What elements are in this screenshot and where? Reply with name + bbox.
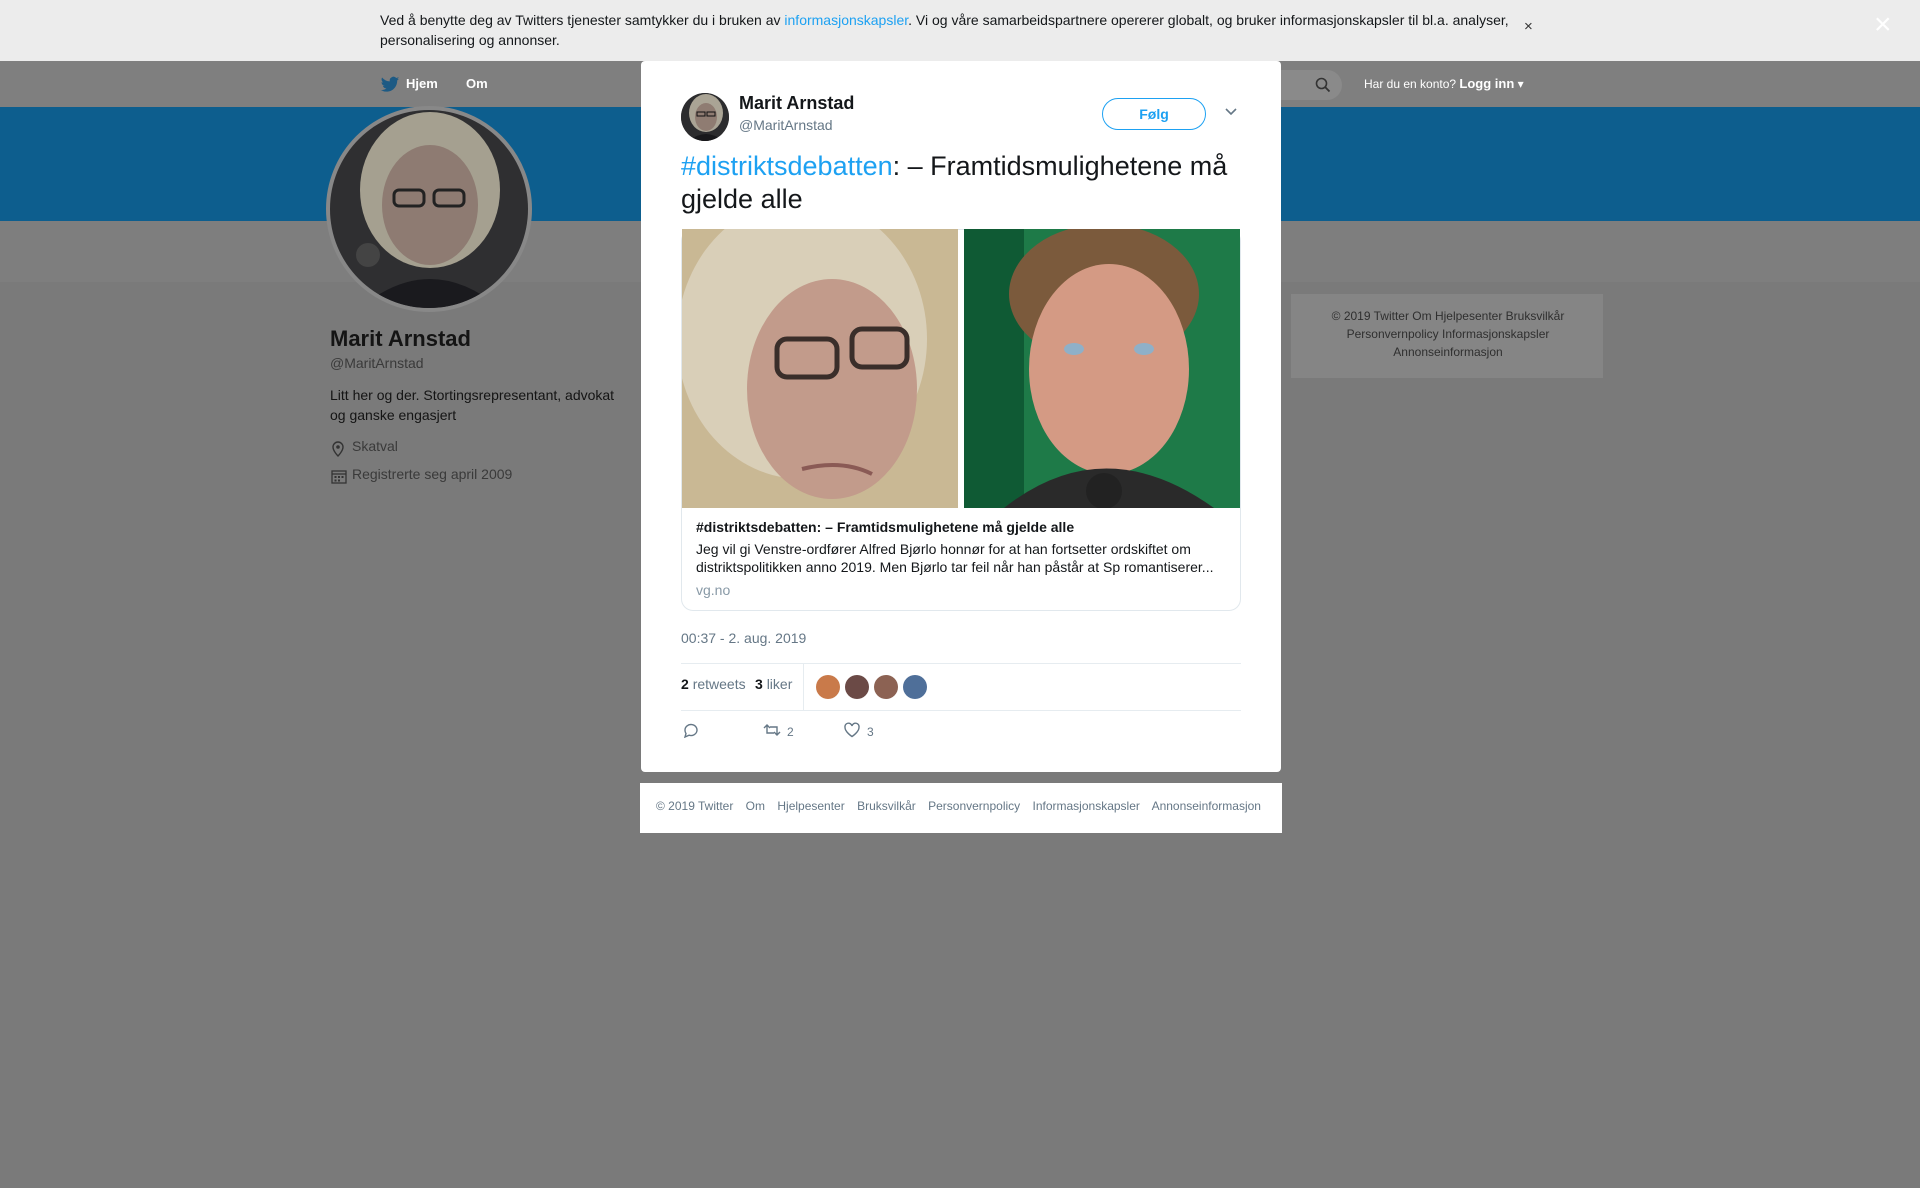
likes-count: 3 xyxy=(755,676,763,692)
more-options-icon[interactable] xyxy=(1224,107,1238,117)
footer-link-privacy[interactable]: Personvernpolicy xyxy=(928,799,1020,813)
cookie-text-before: Ved å benytte deg av Twitters tjenester … xyxy=(380,12,785,28)
profile-bio: Litt her og der. Stortingsrepresentant, … xyxy=(330,387,615,423)
footer-link-ads[interactable]: Annonseinformasjon xyxy=(1152,799,1261,813)
follow-button[interactable]: Følg xyxy=(1102,98,1206,130)
footer-copyright: © 2019 Twitter xyxy=(656,799,734,813)
card-domain[interactable]: vg.no xyxy=(696,582,730,598)
liker-avatar[interactable] xyxy=(874,675,898,699)
card-image-right[interactable] xyxy=(964,229,1240,508)
footer-link-terms[interactable]: Bruksvilkår xyxy=(857,799,916,813)
footer-link-cookies[interactable]: Informasjonskapsler xyxy=(1033,799,1140,813)
location-icon xyxy=(332,441,344,457)
nav-home-link[interactable]: Hjem xyxy=(406,76,438,91)
card-title[interactable]: #distriktsdebatten: – Framtidsmuligheten… xyxy=(696,519,1226,535)
card-photo-man xyxy=(964,229,1240,508)
side-footer-links[interactable]: © 2019 Twitter Om Hjelpesenter Bruksvilk… xyxy=(1303,307,1593,361)
liker-avatar[interactable] xyxy=(845,675,869,699)
profile-location: Skatval xyxy=(352,438,398,454)
stats-divider-bottom xyxy=(681,710,1241,711)
tweet-text: #distriktsdebatten: – Framtidsmuligheten… xyxy=(681,150,1241,216)
chevron-down-icon[interactable] xyxy=(1224,104,1238,122)
stats-divider-vertical xyxy=(803,663,804,710)
profile-handle[interactable]: @MaritArnstad xyxy=(330,355,424,371)
hashtag-link[interactable]: #distriktsdebatten xyxy=(681,151,893,181)
chevron-down-icon[interactable]: ▾ xyxy=(1514,77,1524,91)
likes-label: liker xyxy=(766,676,793,692)
footer-link-about[interactable]: Om xyxy=(746,799,765,813)
like-button[interactable]: 3 xyxy=(843,722,874,741)
footer-link-help[interactable]: Hjelpesenter xyxy=(777,799,844,813)
stats-divider-top xyxy=(681,663,1241,664)
tweet-author-name[interactable]: Marit Arnstad xyxy=(739,93,854,114)
tweet-author-handle[interactable]: @MaritArnstad xyxy=(739,117,833,133)
calendar-icon xyxy=(331,470,347,484)
reply-button[interactable] xyxy=(682,722,700,741)
heart-icon xyxy=(844,722,860,738)
retweet-icon xyxy=(763,724,781,736)
search-icon[interactable] xyxy=(1315,77,1331,93)
profile-avatar[interactable] xyxy=(326,106,532,312)
retweets-count: 2 xyxy=(681,676,689,692)
tweet-author-avatar[interactable] xyxy=(681,93,729,141)
cookie-close-icon[interactable]: × xyxy=(1524,18,1533,35)
card-image-left[interactable] xyxy=(682,229,958,508)
cookie-banner-text: Ved å benytte deg av Twitters tjenester … xyxy=(380,10,1530,50)
profile-name: Marit Arnstad xyxy=(330,326,471,351)
retweet-action-count: 2 xyxy=(787,725,794,739)
login-link[interactable]: Logg inn xyxy=(1459,76,1514,91)
reply-icon xyxy=(683,723,698,739)
card-photo-woman xyxy=(682,229,958,508)
has-account-text: Har du en konto? xyxy=(1364,77,1457,91)
like-action-count: 3 xyxy=(867,725,874,739)
liker-avatar[interactable] xyxy=(816,675,840,699)
profile-joined: Registrerte seg april 2009 xyxy=(352,466,513,482)
tweet-timestamp[interactable]: 00:37 - 2. aug. 2019 xyxy=(681,630,806,646)
retweet-button[interactable]: 2 xyxy=(763,722,794,741)
retweets-stat[interactable]: 2 retweets xyxy=(681,676,746,692)
close-icon[interactable]: × xyxy=(1874,10,1892,40)
cookie-policy-link[interactable]: informasjonskapsler xyxy=(784,12,908,28)
retweets-label: retweets xyxy=(692,676,746,692)
nav-about-link[interactable]: Om xyxy=(466,76,488,91)
author-photo xyxy=(681,93,729,141)
likes-stat[interactable]: 3 liker xyxy=(755,676,792,692)
liker-avatar[interactable] xyxy=(903,675,927,699)
login-prompt: Har du en konto? Logg inn ▾ xyxy=(1364,76,1524,91)
twitter-bird-icon xyxy=(380,76,400,92)
modal-footer-links: © 2019 Twitter Om Hjelpesenter Bruksvilk… xyxy=(656,799,1270,813)
profile-photo xyxy=(330,110,528,308)
card-description: Jeg vil gi Venstre-ordfører Alfred Bjørl… xyxy=(696,541,1214,575)
